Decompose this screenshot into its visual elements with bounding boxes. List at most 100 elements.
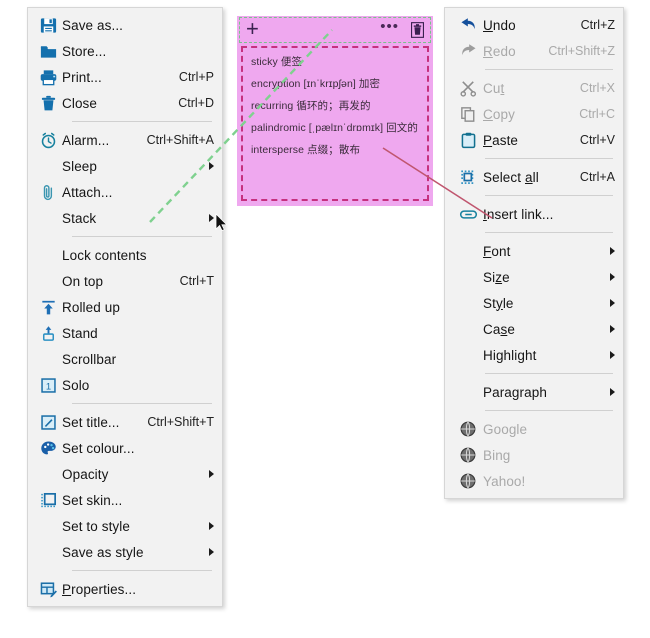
menu-item-label: Cut: [483, 80, 505, 96]
menu-item-label: Set title...: [62, 414, 120, 430]
menu-separator: [485, 69, 613, 70]
chevron-right-icon: [209, 470, 214, 478]
sticky-note[interactable]: + ••• sticky 便签 encryption [ɪnˈkrɪpʃən] …: [237, 16, 433, 206]
menu-item-google[interactable]: Google: [445, 416, 623, 442]
chevron-right-icon: [209, 162, 214, 170]
globe-icon: [453, 444, 483, 466]
note-line: intersperse 点缀；散布: [251, 144, 361, 156]
menu-item-font[interactable]: Font: [445, 238, 623, 264]
menu-item-rolled-up[interactable]: Rolled up: [28, 294, 222, 320]
menu-item-label: Store...: [62, 43, 107, 59]
menu-item-save-as[interactable]: Save as...: [28, 12, 222, 38]
menu-item-label: Save as style: [62, 544, 144, 560]
menu-item-highlight[interactable]: Highlight: [445, 342, 623, 368]
menu-item-label: Style: [483, 295, 514, 311]
menu-item-label: Set skin...: [62, 492, 123, 508]
menu-item-bing[interactable]: Bing: [445, 442, 623, 468]
menu-item-label: Scrollbar: [62, 351, 117, 367]
menu-item-sleep[interactable]: Sleep: [28, 153, 222, 179]
menu-item-label: Case: [483, 321, 515, 337]
no-icon: [34, 541, 62, 563]
menu-item-set-skin[interactable]: Set skin...: [28, 487, 222, 513]
menu-item-solo[interactable]: 1 Solo: [28, 372, 222, 398]
no-icon: [453, 292, 483, 314]
menu-item-print[interactable]: Print... Ctrl+P: [28, 64, 222, 90]
menu-item-accel: Ctrl+D: [178, 96, 214, 110]
menu-item-on-top[interactable]: On top Ctrl+T: [28, 268, 222, 294]
menu-item-opacity[interactable]: Opacity: [28, 461, 222, 487]
menu-item-label-rest: roperties...: [71, 581, 137, 597]
redo-icon: [453, 40, 483, 62]
menu-separator: [485, 410, 613, 411]
folder-icon: [34, 40, 62, 62]
menu-item-lock-contents[interactable]: Lock contents: [28, 242, 222, 268]
menu-item-accel: Ctrl+Shift+T: [147, 415, 214, 429]
menu-item-paragraph[interactable]: Paragraph: [445, 379, 623, 405]
menu-item-store[interactable]: Store...: [28, 38, 222, 64]
menu-item-label-pre: Ca: [483, 321, 501, 337]
note-text-area[interactable]: sticky 便签 encryption [ɪnˈkrɪpʃən] 加密 rec…: [241, 46, 429, 201]
chevron-right-icon: [209, 214, 214, 222]
menu-item-label-pre: Select: [483, 169, 525, 185]
menu-item-paste[interactable]: Paste Ctrl+V: [445, 127, 623, 153]
note-line: palindromic [ˌpælɪnˈdrɒmɪk] 回文的: [251, 122, 418, 134]
menu-item-alarm[interactable]: Alarm... Ctrl+Shift+A: [28, 127, 222, 153]
menu-item-accel: Ctrl+V: [579, 133, 615, 147]
menu-separator: [72, 121, 212, 122]
no-icon: [453, 381, 483, 403]
menu-item-cut[interactable]: Cut Ctrl+X: [445, 75, 623, 101]
add-note-icon[interactable]: +: [246, 18, 259, 40]
menu-item-label-post: ll: [532, 169, 539, 185]
note-line: recurring 循环的；再发的: [251, 100, 371, 112]
menu-item-copy[interactable]: Copy Ctrl+C: [445, 101, 623, 127]
menu-item-label-rest: edo: [492, 43, 516, 59]
note-context-menu[interactable]: Save as... Store... Print... Ctrl+P Clos…: [27, 7, 223, 607]
menu-item-size[interactable]: Size: [445, 264, 623, 290]
menu-item-save-as-style[interactable]: Save as style: [28, 539, 222, 565]
delete-note-icon[interactable]: [411, 22, 424, 38]
menu-item-redo[interactable]: Redo Ctrl+Shift+Z: [445, 38, 623, 64]
menu-item-label: Rolled up: [62, 299, 120, 315]
menu-item-accel: Ctrl+T: [179, 274, 214, 288]
undo-icon: [453, 14, 483, 36]
menu-item-label-pre: St: [483, 295, 496, 311]
no-icon: [34, 463, 62, 485]
menu-item-accel: Ctrl+Shift+Z: [548, 44, 615, 58]
menu-item-scrollbar[interactable]: Scrollbar: [28, 346, 222, 372]
menu-item-set-colour[interactable]: Set colour...: [28, 435, 222, 461]
menu-item-properties[interactable]: Properties...: [28, 576, 222, 602]
svg-text:1: 1: [45, 381, 50, 392]
menu-item-accel: Ctrl+X: [579, 81, 615, 95]
properties-icon: [34, 578, 62, 600]
menu-separator: [485, 158, 613, 159]
chevron-right-icon: [610, 273, 615, 281]
menu-item-undo[interactable]: Undo Ctrl+Z: [445, 12, 623, 38]
note-menu-icon[interactable]: •••: [380, 19, 399, 38]
menu-item-label-pre: Para: [483, 384, 512, 400]
menu-item-case[interactable]: Case: [445, 316, 623, 342]
menu-item-label: Copy: [483, 106, 515, 122]
menu-item-label: Print...: [62, 69, 102, 85]
menu-item-select-all[interactable]: Select all Ctrl+A: [445, 164, 623, 190]
menu-item-style[interactable]: Style: [445, 290, 623, 316]
menu-item-attach[interactable]: Attach...: [28, 179, 222, 205]
menu-item-set-to-style[interactable]: Set to style: [28, 513, 222, 539]
menu-item-yahoo[interactable]: Yahoo!: [445, 468, 623, 494]
printer-icon: [34, 66, 62, 88]
menu-separator: [485, 232, 613, 233]
text-context-menu[interactable]: Undo Ctrl+Z Redo Ctrl+Shift+Z Cut Ctrl+X…: [444, 7, 624, 499]
chevron-right-icon: [610, 247, 615, 255]
copy-icon: [453, 103, 483, 125]
menu-item-close[interactable]: Close Ctrl+D: [28, 90, 222, 116]
note-line: encryption [ɪnˈkrɪpʃən] 加密: [251, 78, 381, 90]
menu-item-set-title[interactable]: Set title... Ctrl+Shift+T: [28, 409, 222, 435]
menu-item-insert-link[interactable]: Insert link...: [445, 201, 623, 227]
menu-item-label-pre: Cu: [483, 80, 501, 96]
menu-item-stand[interactable]: Stand: [28, 320, 222, 346]
menu-item-stack[interactable]: Stack: [28, 205, 222, 231]
menu-separator: [72, 570, 212, 571]
menu-item-label-rest: ndo: [492, 17, 516, 33]
note-titlebar[interactable]: + •••: [239, 17, 431, 43]
menu-item-label: Paragraph: [483, 384, 547, 400]
menu-item-label: Font: [483, 243, 511, 259]
